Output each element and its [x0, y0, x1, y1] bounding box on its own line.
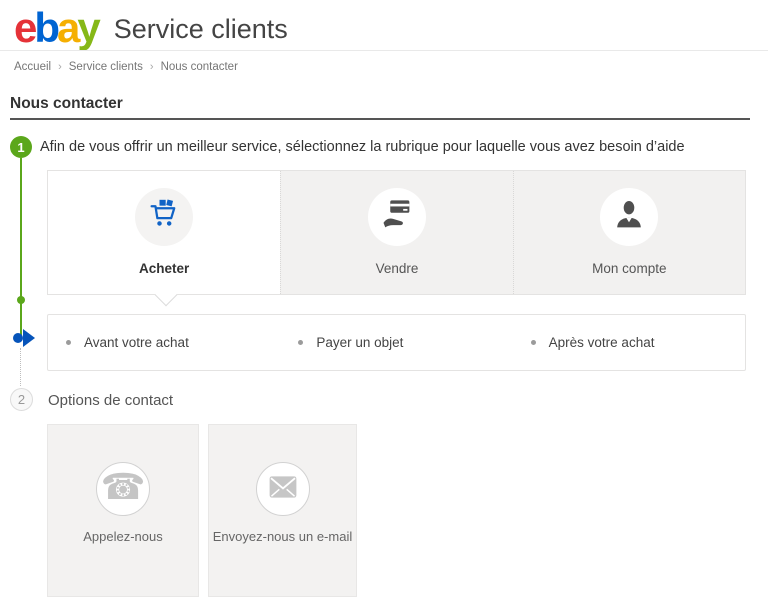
suboption-label: Avant votre achat — [84, 335, 189, 350]
tab-acheter-icon-circle — [135, 188, 194, 246]
person-icon — [611, 197, 647, 238]
breadcrumb-separator-icon: › — [149, 61, 154, 73]
page-title-rule — [10, 118, 750, 120]
bullet-icon — [298, 340, 304, 345]
breadcrumb-separator-icon: › — [58, 61, 62, 73]
header-divider — [0, 50, 768, 51]
timeline-arrow-icon — [23, 329, 35, 347]
timeline-blue-dot — [13, 333, 23, 343]
suboptions-panel: Avant votre achat Payer un objet Après v… — [47, 314, 746, 371]
call-us-label: Appelez-nous — [83, 529, 163, 544]
tab-mon-compte-label: Mon compte — [592, 261, 667, 276]
timeline-green-dot — [17, 296, 25, 304]
tab-acheter-label: Acheter — [139, 261, 190, 276]
tab-mon-compte[interactable]: Mon compte — [512, 171, 745, 294]
step-2-badge: 2 — [10, 388, 33, 411]
header: ebay Service clients — [14, 7, 288, 49]
selected-tab-caret-icon — [154, 283, 178, 307]
bullet-icon — [530, 340, 536, 345]
step-1-badge: 1 — [10, 136, 32, 158]
suboption-payer-un-objet[interactable]: Payer un objet — [280, 335, 512, 350]
suboption-label: Après votre achat — [548, 335, 655, 350]
tab-vendre-label: Vendre — [375, 261, 419, 276]
bullet-icon — [66, 340, 71, 345]
step-1-instruction: Afin de vous offrir un meilleur service,… — [40, 139, 685, 155]
tab-mon-compte-icon-circle — [600, 188, 659, 246]
breadcrumb: Accueil › Service clients › Nous contact… — [14, 61, 238, 73]
ebay-logo[interactable]: ebay — [14, 7, 101, 49]
logo-letter-y: y — [77, 4, 100, 51]
email-us-icon-circle — [255, 462, 310, 516]
shopping-cart-icon — [146, 197, 182, 238]
email-us-label: Envoyez-nous un e-mail — [212, 529, 353, 544]
card-in-hand-icon — [379, 197, 415, 238]
breadcrumb-accueil[interactable]: Accueil — [14, 61, 51, 73]
page-title: Nous contacter — [10, 95, 123, 112]
suboption-label: Payer un objet — [316, 335, 404, 350]
logo-letter-a: a — [57, 4, 80, 51]
service-clients-page: ebay Service clients Accueil › Service c… — [0, 0, 768, 615]
breadcrumb-nous-contacter: Nous contacter — [160, 61, 238, 73]
breadcrumb-service-clients[interactable]: Service clients — [69, 61, 143, 73]
envelope-icon — [268, 475, 298, 504]
logo-letter-e: e — [14, 4, 37, 51]
timeline-line — [20, 158, 22, 336]
email-us-card[interactable]: Envoyez-nous un e-mail — [208, 424, 357, 597]
suboption-apres-votre-achat[interactable]: Après votre achat — [513, 335, 745, 350]
call-us-card[interactable]: ☎ Appelez-nous — [47, 424, 199, 597]
call-us-icon-circle: ☎ — [96, 462, 150, 516]
phone-icon: ☎ — [100, 466, 146, 508]
header-title: Service clients — [113, 13, 288, 44]
tab-vendre[interactable]: Vendre — [280, 171, 512, 294]
tab-vendre-icon-circle — [367, 188, 426, 246]
step-2-heading: Options de contact — [48, 392, 174, 409]
timeline-dotted-line — [20, 348, 21, 386]
tab-acheter[interactable]: Acheter — [48, 171, 281, 307]
category-tabs: Acheter Vendre Mon compte — [47, 170, 746, 307]
suboption-avant-votre-achat[interactable]: Avant votre achat — [48, 335, 280, 350]
contact-options: ☎ Appelez-nous Envoyez-nous un e-mail — [47, 424, 357, 597]
logo-letter-b: b — [34, 4, 60, 51]
